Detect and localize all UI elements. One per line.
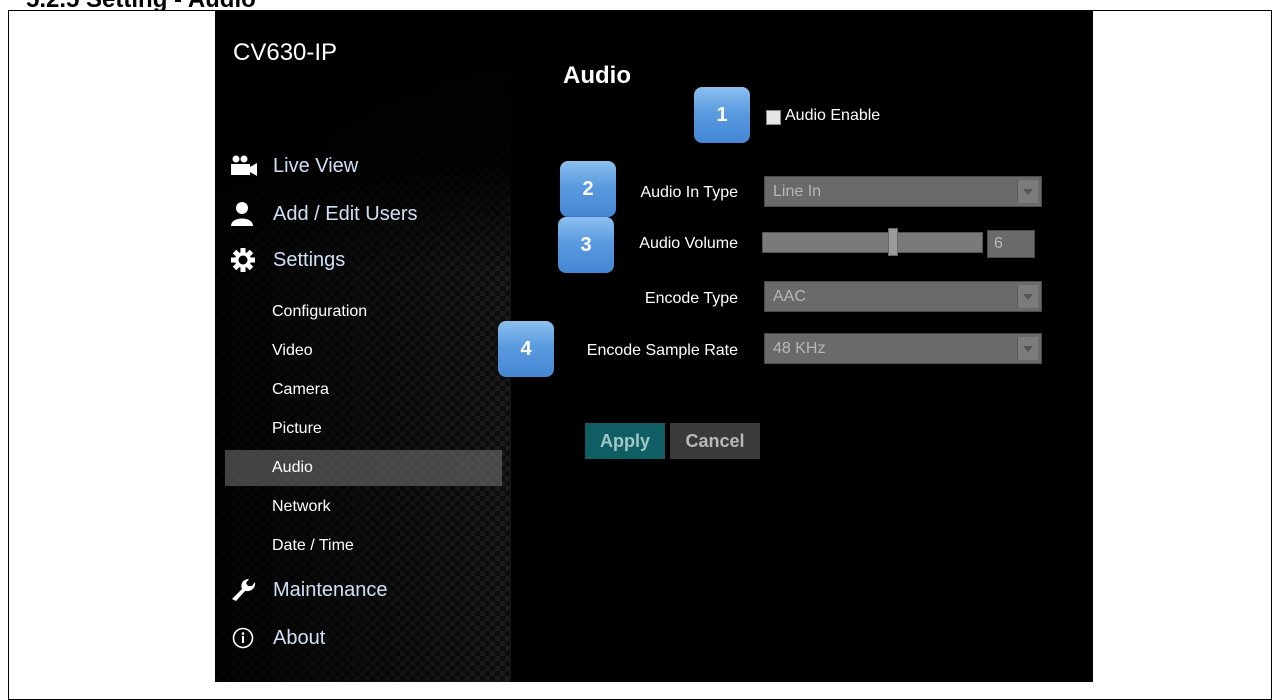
nav-add-edit-users[interactable]: Add / Edit Users	[229, 199, 418, 229]
page-title: Audio	[563, 62, 631, 89]
encode-sample-rate-label: Encode Sample Rate	[586, 342, 738, 359]
app-title: CV630-IP	[233, 39, 338, 66]
nav-add-edit-users-label: Add / Edit Users	[273, 202, 418, 225]
encode-type-select[interactable]: AAC	[764, 281, 1042, 312]
audio-volume-value[interactable]: 6	[987, 230, 1035, 258]
settings-item-picture[interactable]: Picture	[225, 411, 502, 447]
settings-item-audio[interactable]: Audio	[225, 450, 502, 486]
user-icon	[229, 201, 259, 227]
encode-sample-rate-value: 48 KHz	[773, 340, 826, 357]
app-window: CV630-IP Live View Add / Edit Users Sett…	[215, 11, 1093, 682]
gear-icon	[229, 247, 259, 273]
settings-item-video[interactable]: Video	[225, 333, 502, 369]
audio-in-type-value: Line In	[773, 183, 822, 200]
chevron-down-icon	[1017, 285, 1038, 308]
nav-maintenance-label: Maintenance	[273, 578, 388, 601]
callout-badge-1: 1	[694, 87, 750, 143]
chevron-down-icon	[1017, 337, 1038, 360]
audio-enable-checkbox[interactable]	[766, 110, 781, 125]
nav-maintenance[interactable]: Maintenance	[229, 575, 388, 605]
callout-badge-3: 3	[558, 217, 614, 273]
settings-item-camera[interactable]: Camera	[225, 372, 502, 408]
video-camera-icon	[229, 153, 259, 179]
chevron-down-icon	[1017, 180, 1038, 203]
sidebar: CV630-IP Live View Add / Edit Users Sett…	[215, 11, 511, 682]
nav-about-label: About	[273, 626, 326, 649]
audio-volume-slider[interactable]	[762, 232, 983, 253]
nav-settings[interactable]: Settings	[229, 245, 345, 275]
settings-item-date-time[interactable]: Date / Time	[225, 528, 502, 564]
callout-badge-4: 4	[498, 321, 554, 377]
encode-sample-rate-select[interactable]: 48 KHz	[764, 333, 1042, 364]
settings-item-network[interactable]: Network	[225, 489, 502, 525]
nav-about[interactable]: About	[229, 623, 325, 653]
encode-type-label: Encode Type	[644, 290, 738, 307]
settings-item-configuration[interactable]: Configuration	[225, 294, 502, 330]
encode-type-value: AAC	[773, 288, 806, 305]
cancel-button[interactable]: Cancel	[670, 423, 760, 459]
audio-volume-slider-handle[interactable]	[888, 228, 898, 256]
nav-live-view[interactable]: Live View	[229, 151, 358, 181]
audio-in-type-select[interactable]: Line In	[764, 176, 1042, 207]
callout-badge-2: 2	[560, 161, 616, 217]
apply-button[interactable]: Apply	[585, 423, 665, 459]
nav-settings-label: Settings	[273, 248, 346, 271]
nav-live-view-label: Live View	[273, 154, 359, 177]
wrench-icon	[229, 577, 259, 603]
audio-enable-label: Audio Enable	[785, 107, 881, 124]
info-icon	[229, 625, 259, 651]
